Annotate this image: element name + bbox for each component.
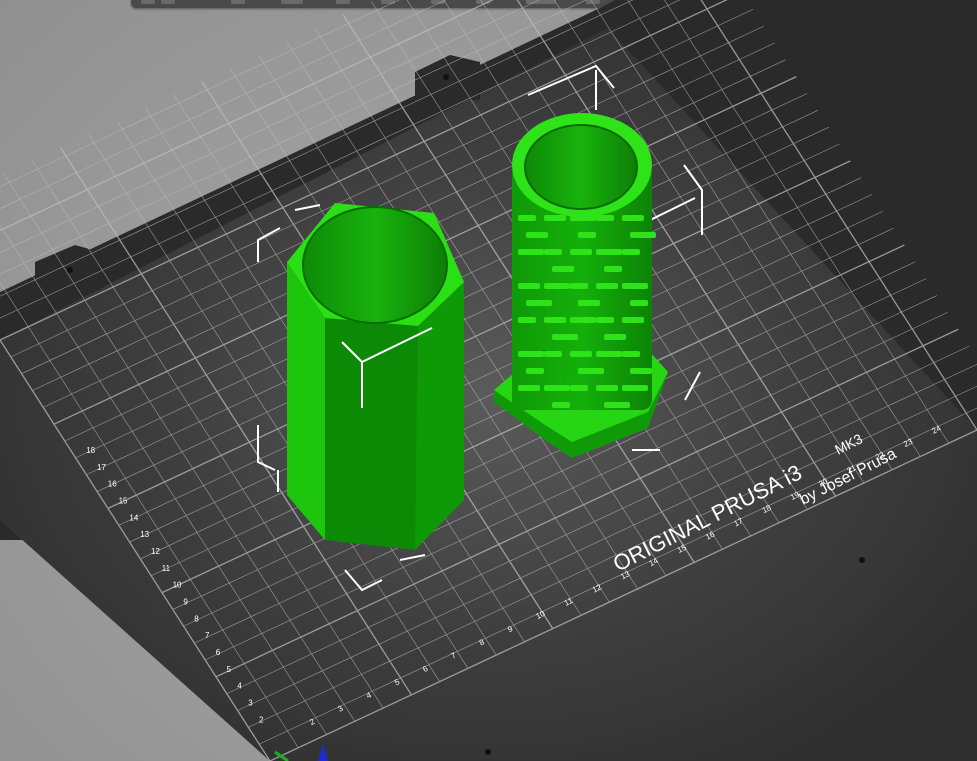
maze-ridge [544,351,562,357]
maze-ridge [622,385,648,391]
maze-ridge [570,317,596,323]
maze-ridge [630,232,656,238]
y-tick-label: 15 [119,496,128,505]
maze-ridge [518,215,536,221]
y-tick-label: 4 [237,682,242,691]
maze-ridge [518,283,540,289]
maze-ridge [604,266,622,272]
maze-ridge [518,249,544,255]
maze-ridge [596,215,614,221]
y-tick-label: 5 [227,665,232,674]
maze-ridge [578,368,604,374]
maze-ridge [622,249,640,255]
maze-ridge [544,283,570,289]
maze-ridge [570,283,588,289]
maze-ridge [552,334,578,340]
y-tick-label: 6 [216,648,221,657]
maze-ridge [544,385,570,391]
y-tick-label: 12 [151,547,160,556]
y-tick-label: 17 [97,463,106,472]
maze-ridge [526,300,552,306]
y-tick-label: 13 [140,530,149,539]
3d-viewport[interactable]: ORIGINAL PRUSA i3 MK3 by Josef Prusa 234… [0,0,977,761]
y-tick-label: 8 [194,614,199,623]
maze-ridge [518,317,536,323]
maze-ridge [596,351,622,357]
y-tick-label: 9 [183,597,188,606]
maze-ridge [544,249,562,255]
maze-ridge [622,215,644,221]
maze-ridge [518,385,540,391]
maze-ridge [622,317,644,323]
maze-ridge [526,232,548,238]
maze-ridge [552,402,570,408]
maze-ridge [630,368,652,374]
maze-ridge [570,351,592,357]
y-tick-label: 18 [86,446,95,455]
maze-ridge [526,368,544,374]
maze-ridge [544,215,566,221]
maze-ridge [630,300,648,306]
y-tick-label: 16 [108,480,117,489]
maze-ridge [544,317,566,323]
maze-ridge [622,351,640,357]
y-tick-label: 14 [129,513,138,522]
maze-ridge [578,232,596,238]
maze-ridge [622,283,648,289]
maze-ridge [570,385,588,391]
maze-ridge [596,249,622,255]
y-tick-label: 2 [259,715,264,724]
y-tick-label: 10 [173,581,182,590]
hex-side-front [325,318,418,550]
y-tick-label: 3 [248,699,253,708]
maze-ridge [570,249,592,255]
y-tick-label: 11 [162,564,171,573]
maze-ridge [578,300,600,306]
maze-ridge [596,385,618,391]
maze-ridge [596,317,614,323]
maze-ridge [552,266,574,272]
maze-ridge [604,402,630,408]
maze-ridge [596,283,618,289]
y-tick-label: 7 [205,631,210,640]
maze-ridge [604,334,626,340]
maze-ridge [518,351,544,357]
print-bed: ORIGINAL PRUSA i3 MK3 by Josef Prusa 234… [0,0,977,761]
